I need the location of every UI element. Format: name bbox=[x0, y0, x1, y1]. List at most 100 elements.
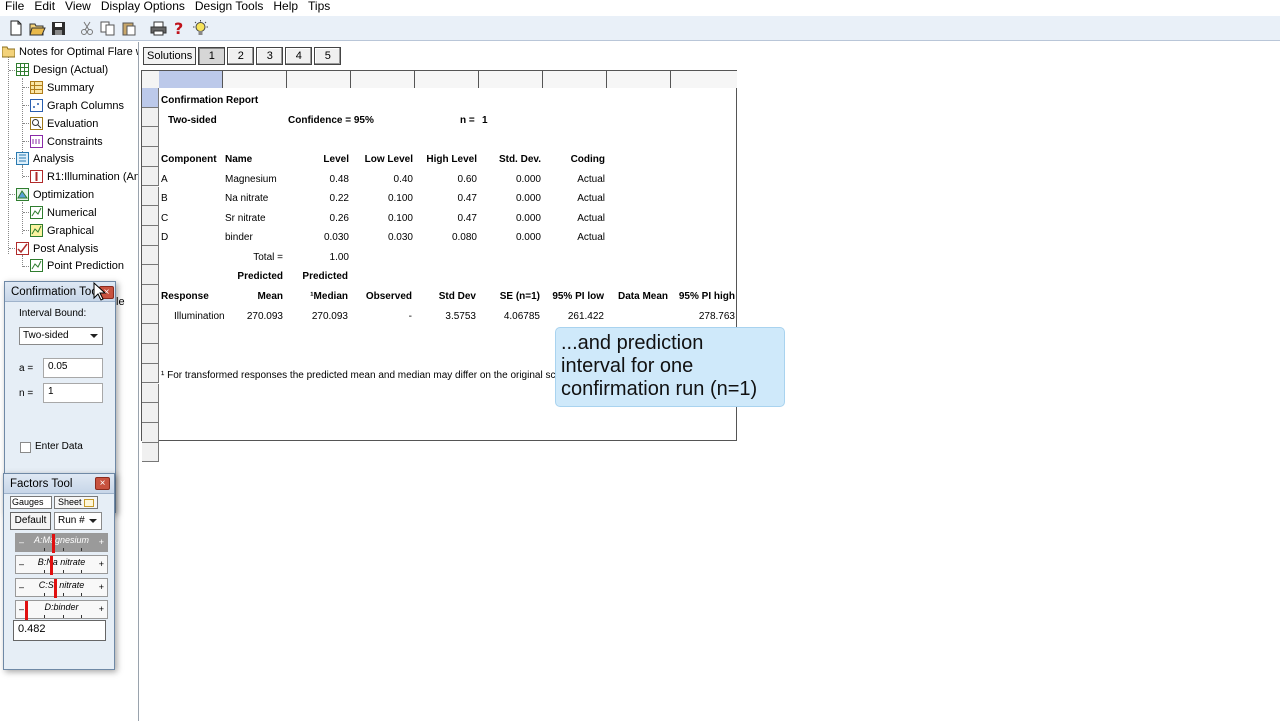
slider-position-marker[interactable] bbox=[52, 534, 56, 553]
grid-row-header[interactable] bbox=[142, 422, 159, 443]
save-icon[interactable] bbox=[48, 18, 68, 38]
alpha-field[interactable]: 0.05 bbox=[43, 358, 103, 378]
grid-column-header[interactable] bbox=[607, 71, 671, 88]
grid-row-header[interactable] bbox=[142, 225, 159, 246]
grid-row-header[interactable] bbox=[142, 363, 159, 384]
factor-slider[interactable]: – B:Na nitrate + bbox=[15, 555, 108, 575]
grid-row-header[interactable] bbox=[142, 304, 159, 325]
tips-bulb-icon[interactable] bbox=[190, 18, 210, 38]
grid-row-header[interactable] bbox=[142, 206, 159, 226]
solutions-bar: Solutions 1 2 3 4 5 bbox=[143, 46, 343, 66]
component-coding-cell: Actual bbox=[577, 213, 605, 224]
tree-root[interactable]: Notes for Optimal Flare wit bbox=[2, 43, 139, 60]
component-high-cell: 0.60 bbox=[457, 174, 477, 185]
predicted-label-mean: Predicted bbox=[237, 271, 283, 282]
gauges-tab[interactable]: Gauges bbox=[10, 496, 52, 509]
print-icon[interactable] bbox=[148, 18, 168, 38]
grid-row-header[interactable] bbox=[142, 147, 159, 167]
open-icon[interactable] bbox=[27, 18, 47, 38]
tree-root-label: Notes for Optimal Flare wit bbox=[19, 45, 139, 58]
tree-item-evaluation[interactable]: Evaluation bbox=[30, 115, 98, 132]
solution-button-1[interactable]: 1 bbox=[198, 47, 226, 65]
response-mean: 270.093 bbox=[246, 311, 283, 322]
tree-item-optimization[interactable]: Optimization bbox=[16, 186, 94, 203]
factor-slider[interactable]: – A:Magnesium + bbox=[15, 533, 108, 553]
grid-row-header[interactable] bbox=[142, 245, 159, 266]
factor-value-field[interactable]: 0.482 bbox=[13, 620, 106, 641]
tree-item-post-analysis[interactable]: Post Analysis bbox=[16, 240, 98, 257]
tree-item-numerical[interactable]: Numerical bbox=[30, 204, 97, 221]
solution-button-5[interactable]: 5 bbox=[314, 47, 342, 65]
grid-column-header[interactable] bbox=[159, 71, 223, 88]
slider-tick bbox=[81, 615, 83, 618]
tree-item-summary-label: Summary bbox=[47, 81, 95, 94]
menu-display-options[interactable]: Display Options bbox=[96, 0, 190, 14]
cut-icon[interactable] bbox=[77, 18, 97, 38]
grid-row-header[interactable] bbox=[142, 88, 159, 108]
slider-increase-button[interactable]: + bbox=[99, 559, 104, 569]
grid-row-header[interactable] bbox=[142, 166, 159, 187]
grid-row-header[interactable] bbox=[142, 344, 159, 364]
tree-item-r1[interactable]: R1:Illumination (Anal bbox=[30, 168, 138, 185]
default-button[interactable]: Default bbox=[10, 512, 51, 530]
slider-increase-button[interactable]: + bbox=[99, 604, 104, 614]
slider-position-marker[interactable] bbox=[54, 579, 58, 598]
solution-button-4[interactable]: 4 bbox=[285, 47, 313, 65]
sheet-tab[interactable]: Sheet bbox=[54, 496, 98, 509]
tree-item-analysis[interactable]: Analysis bbox=[16, 150, 74, 167]
grid-column-header[interactable] bbox=[287, 71, 351, 88]
copy-icon[interactable] bbox=[98, 18, 118, 38]
grid-row-header[interactable] bbox=[142, 265, 159, 285]
menu-tips[interactable]: Tips bbox=[303, 0, 335, 14]
grid-column-header[interactable] bbox=[671, 71, 737, 88]
menu-file[interactable]: File bbox=[0, 0, 29, 14]
run-number-value: Run # bbox=[58, 515, 85, 526]
grid-column-header[interactable] bbox=[223, 71, 287, 88]
component-component-cell: A bbox=[161, 174, 168, 185]
sheet-icon bbox=[84, 499, 94, 507]
help-icon[interactable]: ? bbox=[169, 18, 189, 38]
grid-column-header[interactable] bbox=[543, 71, 607, 88]
slider-position-marker[interactable] bbox=[49, 556, 53, 575]
callout-line-3: confirmation run (n=1) bbox=[561, 378, 758, 400]
menu-help[interactable]: Help bbox=[268, 0, 303, 14]
tree-item-design[interactable]: Design (Actual) bbox=[16, 61, 108, 78]
close-icon[interactable]: × bbox=[95, 477, 110, 490]
factor-slider[interactable]: – D:binder + bbox=[15, 600, 108, 620]
grid-row-header[interactable] bbox=[142, 403, 159, 423]
slider-tick bbox=[43, 548, 45, 551]
tree-item-summary[interactable]: Summary bbox=[30, 79, 94, 96]
grid-column-header[interactable] bbox=[479, 71, 543, 88]
paste-icon[interactable] bbox=[119, 18, 139, 38]
component-low-cell: 0.40 bbox=[393, 174, 413, 185]
slider-increase-button[interactable]: + bbox=[99, 582, 104, 592]
run-number-select[interactable]: Run # bbox=[54, 512, 102, 530]
slider-increase-button[interactable]: + bbox=[99, 537, 104, 547]
grid-row-header[interactable] bbox=[142, 383, 159, 404]
solution-button-3[interactable]: 3 bbox=[256, 47, 284, 65]
factor-slider[interactable]: – C:Sr nitrate + bbox=[15, 578, 108, 598]
tree-item-constraints[interactable]: Constraints bbox=[30, 133, 103, 150]
tree-item-point-prediction[interactable]: Point Prediction bbox=[30, 257, 124, 274]
enter-data-checkbox[interactable] bbox=[20, 442, 31, 453]
n-field[interactable]: 1 bbox=[43, 383, 103, 403]
grid-row-header[interactable] bbox=[142, 107, 159, 128]
interval-bound-select[interactable]: Two-sided bbox=[19, 327, 103, 345]
new-icon[interactable] bbox=[6, 18, 26, 38]
grid-column-header[interactable] bbox=[351, 71, 415, 88]
tree-item-graph-columns[interactable]: Graph Columns bbox=[30, 97, 124, 114]
slider-position-marker[interactable] bbox=[25, 601, 29, 620]
grid-row-header[interactable] bbox=[142, 186, 159, 207]
menu-edit[interactable]: Edit bbox=[29, 0, 60, 14]
grid-row-header[interactable] bbox=[142, 285, 159, 305]
grid-column-header[interactable] bbox=[415, 71, 479, 88]
menu-design-tools[interactable]: Design Tools bbox=[190, 0, 268, 14]
tree-item-graphical[interactable]: Graphical bbox=[30, 222, 94, 239]
menu-view[interactable]: View bbox=[60, 0, 96, 14]
component-component-cell: C bbox=[161, 213, 169, 224]
grid-row-header[interactable] bbox=[142, 324, 159, 345]
grid-row-header[interactable] bbox=[142, 442, 159, 463]
grid-row-header[interactable] bbox=[142, 127, 159, 148]
slider-label: B:Na nitrate bbox=[37, 557, 86, 567]
solution-button-2[interactable]: 2 bbox=[227, 47, 255, 65]
